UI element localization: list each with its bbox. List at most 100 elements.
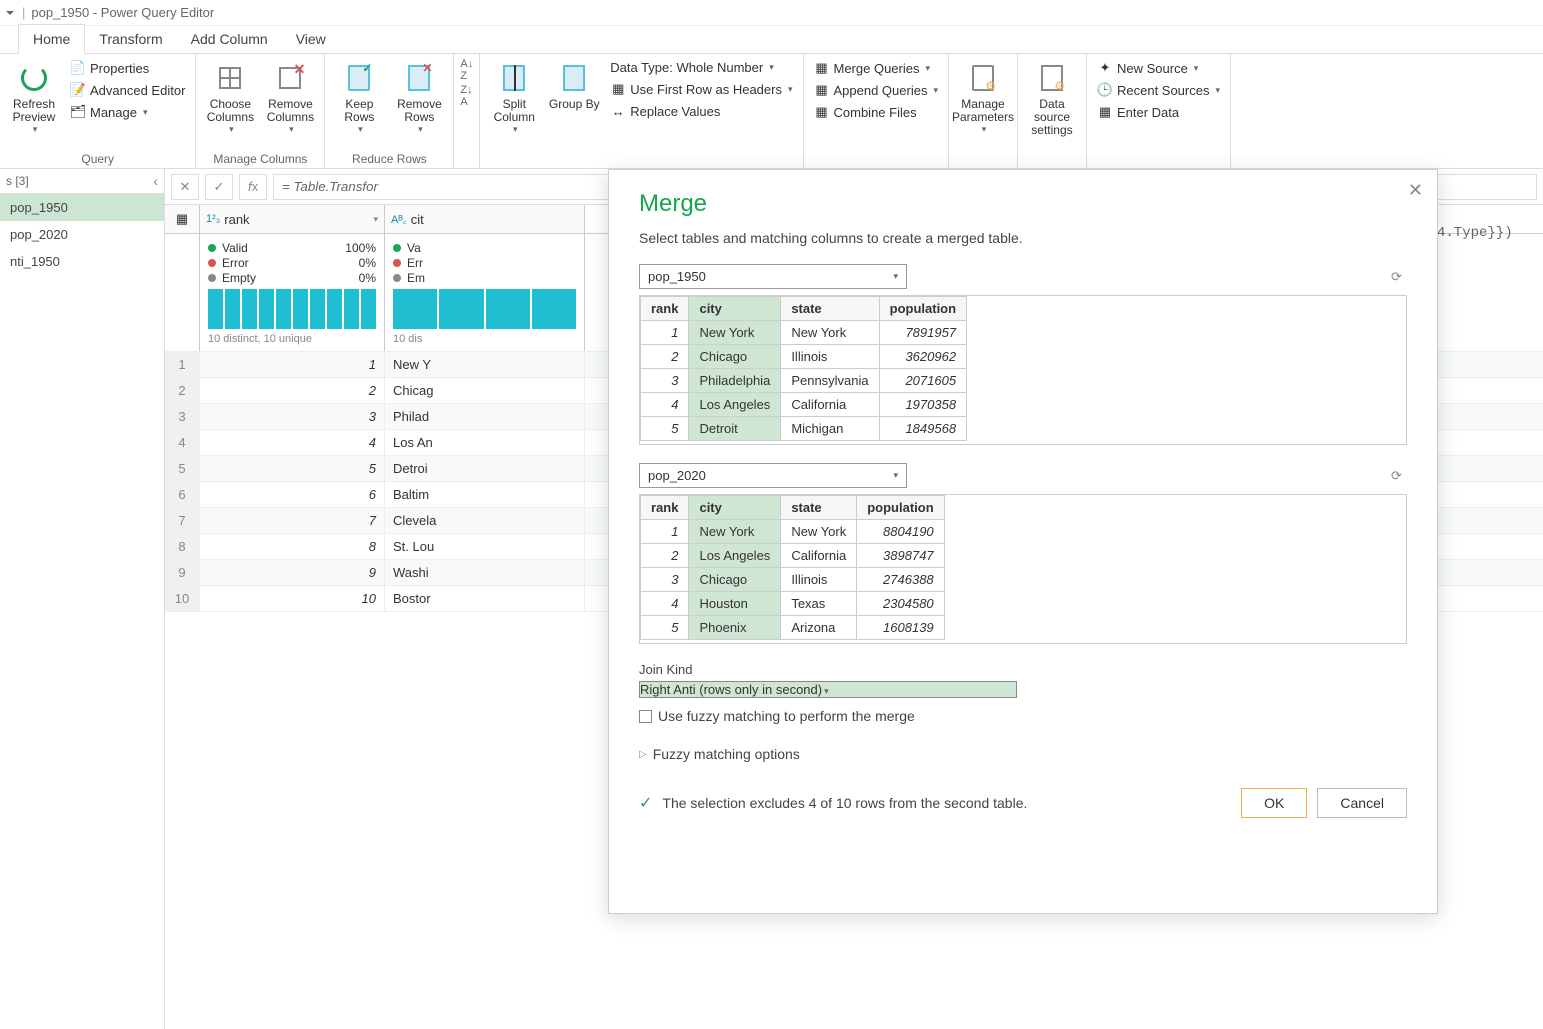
- content-area: ✕ ✓ fx ▦ 1²₃ rank ▾ Aᴮ꜀ cit: [165, 169, 1543, 1029]
- preview-row: 5 Phoenix Arizona 1608139: [641, 616, 945, 640]
- cell-city[interactable]: Clevela: [385, 508, 585, 533]
- remove-rows-button[interactable]: Remove Rows▾: [391, 58, 447, 139]
- query-item-pop-1950[interactable]: pop_1950: [0, 194, 164, 221]
- cell-city[interactable]: St. Lou: [385, 534, 585, 559]
- cell-rank[interactable]: 3: [200, 404, 385, 429]
- join-kind-select[interactable]: Right Anti (rows only in second)▾: [639, 681, 1017, 698]
- formula-suffix: 4.Type}}): [1437, 225, 1513, 241]
- advanced-editor-button[interactable]: 📝Advanced Editor: [66, 80, 189, 100]
- column-filter-icon[interactable]: ▾: [373, 214, 378, 225]
- formula-accept-button[interactable]: ✓: [205, 174, 233, 200]
- cell-city[interactable]: Baltim: [385, 482, 585, 507]
- tab-home[interactable]: Home: [18, 24, 85, 54]
- t2-header-rank[interactable]: rank: [641, 496, 689, 520]
- t2-header-city[interactable]: city: [689, 496, 781, 520]
- sort-asc-button[interactable]: A↓Z: [460, 58, 473, 82]
- refresh-preview-button[interactable]: Refresh Preview▾: [6, 58, 62, 139]
- column-stats-rank: Valid100% Error0% Empty0% 10 distinct, 1…: [200, 234, 385, 351]
- cell-rank[interactable]: 1: [200, 352, 385, 377]
- sort-desc-button[interactable]: Z↓A: [460, 84, 472, 108]
- enter-data-button[interactable]: ▦Enter Data: [1093, 102, 1224, 122]
- number-type-icon: 1²₃: [206, 213, 220, 225]
- column-header-city[interactable]: Aᴮ꜀ cit: [385, 205, 585, 233]
- table-corner-button[interactable]: ▦: [165, 205, 200, 233]
- cell-rank[interactable]: 4: [200, 430, 385, 455]
- choose-columns-button[interactable]: Choose Columns▾: [202, 58, 258, 139]
- split-column-button[interactable]: Split Column▾: [486, 58, 542, 139]
- formula-cancel-button[interactable]: ✕: [171, 174, 199, 200]
- checkbox-icon: [639, 710, 652, 723]
- fuzzy-matching-checkbox[interactable]: Use fuzzy matching to perform the merge: [639, 708, 1407, 724]
- new-source-button[interactable]: ✦New Source▾: [1093, 58, 1224, 78]
- first-row-headers-button[interactable]: ▦Use First Row as Headers▾: [606, 79, 796, 99]
- fx-button[interactable]: fx: [239, 174, 267, 200]
- cell-rank[interactable]: 2: [200, 378, 385, 403]
- keep-rows-button[interactable]: Keep Rows▾: [331, 58, 387, 139]
- row-number: 7: [165, 508, 200, 533]
- enter-data-icon: ▦: [1097, 104, 1113, 120]
- preview-row: 3 Chicago Illinois 2746388: [641, 568, 945, 592]
- t1-header-rank[interactable]: rank: [641, 297, 689, 321]
- t2-header-state[interactable]: state: [781, 496, 857, 520]
- table1-select[interactable]: pop_1950▾: [639, 264, 907, 289]
- cell-rank[interactable]: 7: [200, 508, 385, 533]
- tab-view[interactable]: View: [282, 25, 340, 53]
- cell-city[interactable]: New Y: [385, 352, 585, 377]
- qat-dropdown-icon[interactable]: [6, 11, 14, 19]
- t1-header-population[interactable]: population: [879, 297, 966, 321]
- cell-rank[interactable]: 5: [200, 456, 385, 481]
- group-by-button[interactable]: Group By: [546, 58, 602, 115]
- chevron-down-icon: ▾: [893, 470, 898, 481]
- properties-button[interactable]: 📄Properties: [66, 58, 189, 78]
- tab-add-column[interactable]: Add Column: [177, 25, 282, 53]
- cell-rank[interactable]: 9: [200, 560, 385, 585]
- data-source-settings-button[interactable]: Data source settings: [1024, 58, 1080, 142]
- dialog-close-button[interactable]: ✕: [1408, 180, 1423, 201]
- ribbon-group-reduce-rows-label: Reduce Rows: [331, 150, 447, 168]
- refresh-table1-button[interactable]: ⟳: [1391, 269, 1407, 285]
- manage-button[interactable]: 🗂Manage▾: [66, 102, 189, 122]
- queries-header: s [3]: [6, 174, 29, 188]
- tab-transform[interactable]: Transform: [85, 25, 176, 53]
- keep-rows-icon: [348, 65, 370, 91]
- properties-icon: 📄: [70, 60, 86, 76]
- headers-icon: ▦: [610, 81, 626, 97]
- merge-icon: ▦: [814, 60, 830, 76]
- cell-rank[interactable]: 8: [200, 534, 385, 559]
- title-separator: |: [22, 5, 25, 20]
- t2-header-population[interactable]: population: [857, 496, 944, 520]
- cell-city[interactable]: Bostor: [385, 586, 585, 611]
- cell-city[interactable]: Detroi: [385, 456, 585, 481]
- cell-city[interactable]: Los An: [385, 430, 585, 455]
- collapse-queries-button[interactable]: ‹: [153, 173, 158, 189]
- row-number: 5: [165, 456, 200, 481]
- query-item-nti-1950[interactable]: nti_1950: [0, 248, 164, 275]
- cancel-button[interactable]: Cancel: [1317, 788, 1407, 818]
- combine-files-button[interactable]: ▦Combine Files: [810, 102, 942, 122]
- cell-city[interactable]: Philad: [385, 404, 585, 429]
- refresh-table2-button[interactable]: ⟳: [1391, 468, 1407, 484]
- merge-queries-button[interactable]: ▦Merge Queries▾: [810, 58, 942, 78]
- append-queries-button[interactable]: ▦Append Queries▾: [810, 80, 942, 100]
- remove-columns-button[interactable]: Remove Columns▾: [262, 58, 318, 139]
- join-kind-label: Join Kind: [639, 662, 1407, 677]
- cell-rank[interactable]: 10: [200, 586, 385, 611]
- data-type-button[interactable]: Data Type: Whole Number▾: [606, 58, 796, 77]
- table2-select[interactable]: pop_2020▾: [639, 463, 907, 488]
- cell-city[interactable]: Chicag: [385, 378, 585, 403]
- parameters-icon: [972, 65, 994, 91]
- title-bar: | pop_1950 - Power Query Editor: [0, 0, 1543, 26]
- cell-rank[interactable]: 6: [200, 482, 385, 507]
- t1-header-state[interactable]: state: [781, 297, 879, 321]
- replace-values-button[interactable]: ↔Replace Values: [606, 101, 796, 121]
- cell-city[interactable]: Washi: [385, 560, 585, 585]
- row-number: 8: [165, 534, 200, 559]
- append-icon: ▦: [814, 82, 830, 98]
- recent-sources-button[interactable]: 🕒Recent Sources▾: [1093, 80, 1224, 100]
- manage-parameters-button[interactable]: Manage Parameters▾: [955, 58, 1011, 139]
- query-item-pop-2020[interactable]: pop_2020: [0, 221, 164, 248]
- fuzzy-options-expander[interactable]: ▷ Fuzzy matching options: [639, 746, 1407, 762]
- ok-button[interactable]: OK: [1241, 788, 1307, 818]
- t1-header-city[interactable]: city: [689, 297, 781, 321]
- column-header-rank[interactable]: 1²₃ rank ▾: [200, 205, 385, 233]
